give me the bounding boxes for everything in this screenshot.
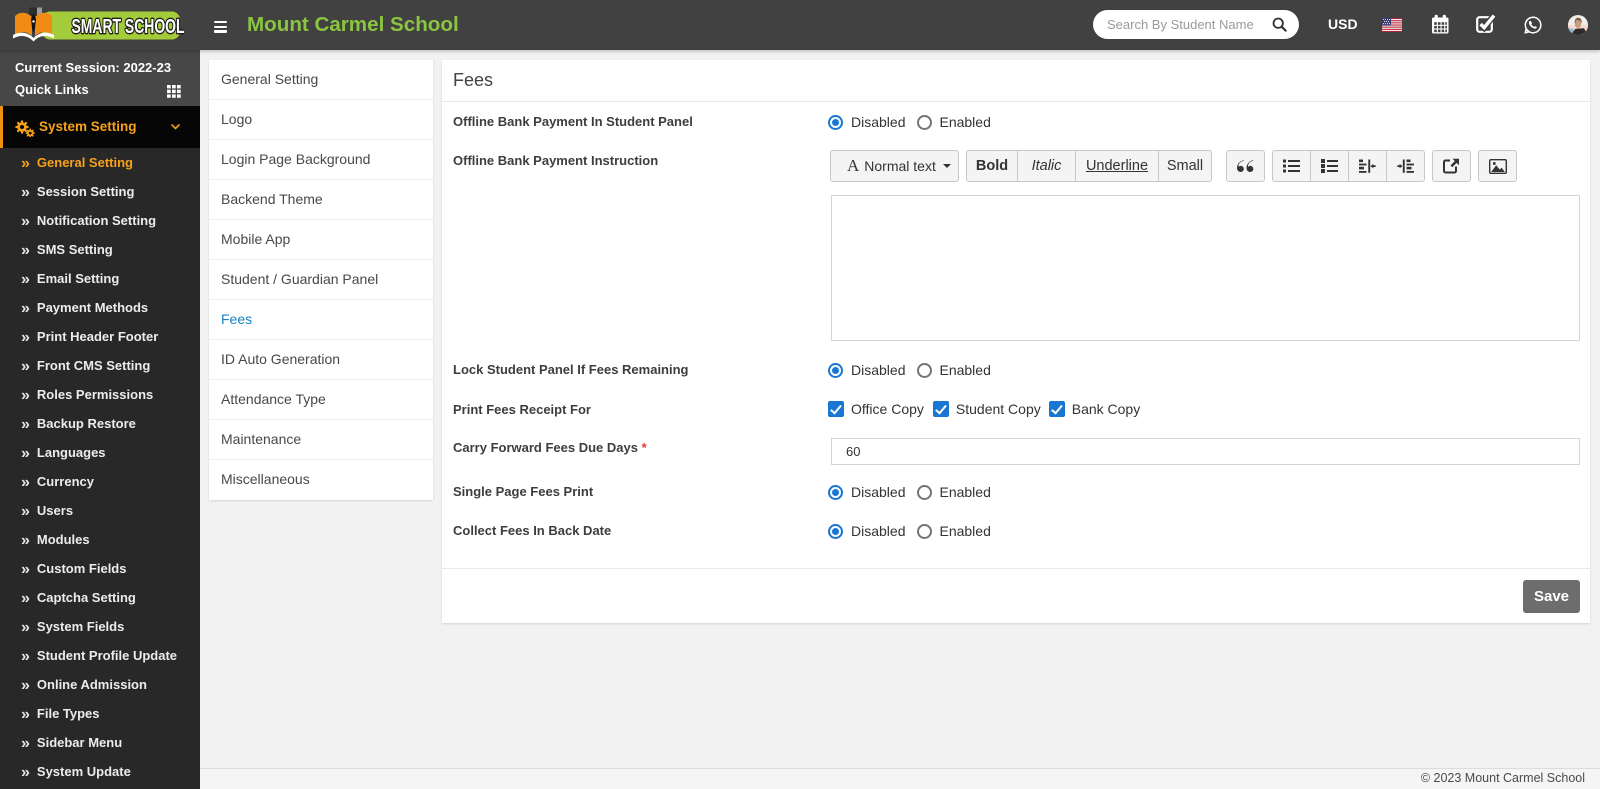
svg-text:SMART SCHOOL: SMART SCHOOL [72, 16, 185, 38]
